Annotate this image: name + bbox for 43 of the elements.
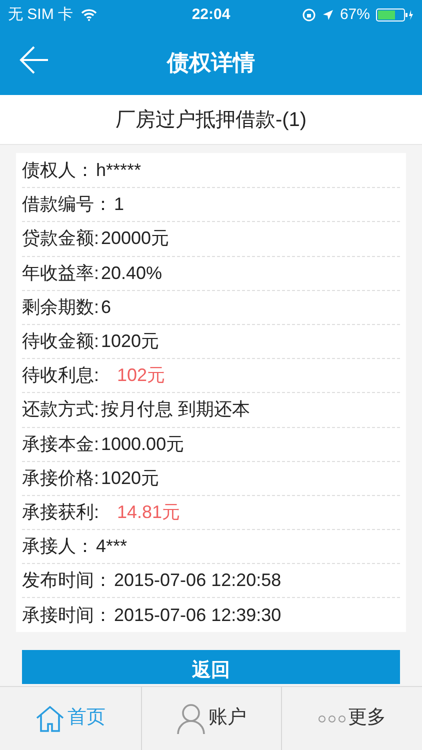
field-label: 贷款金额: [22,227,100,250]
field-label: 年收益率: [22,262,100,285]
field-value: 6 [101,296,112,319]
tab[interactable]: 更多 [281,687,422,750]
field-label: 承接时间： [22,604,112,627]
field-value: 1000.00元 [101,432,184,456]
field-value: 1020元 [101,466,160,490]
field-label: 承接价格: [22,466,100,490]
person-icon [176,702,206,734]
battery-text: 67% [340,4,370,25]
field-value: 1 [114,193,124,216]
field-label: 承接本金: [22,432,100,456]
field-value: 1020元 [101,330,160,354]
loan-title: 厂房过户抵押借款-(1) [115,108,307,132]
field-value: 20.40% [101,262,162,285]
field-label: 借款编号： [22,193,112,216]
field-value: 2015-07-06 12:20:58 [114,569,282,592]
field-label: 承接获利: [22,500,100,524]
dots-icon [318,714,346,724]
rotation-lock-icon [302,8,316,22]
battery-icon [376,8,414,22]
field-value: 按月付息 到期还本 [101,398,250,422]
field-value: h***** [96,158,142,182]
location-icon [322,9,334,21]
field-label: 还款方式: [22,398,100,422]
field-value: 20000元 [101,227,170,250]
field-label: 待收利息: [22,364,100,388]
field-label: 剩余期数: [22,296,100,319]
field-value: 4*** [96,535,128,558]
carrier-text: 无 SIM 卡 [8,4,74,25]
time-text: 22:04 [192,4,230,25]
field-label: 债权人： [22,158,94,182]
field-value: 102元 [117,364,166,388]
house-icon [35,704,66,732]
field-label: 承接人： [22,535,94,558]
field-value: 14.81元 [117,500,180,524]
field-label: 待收金额: [22,330,100,354]
wifi-icon [81,9,98,21]
tab[interactable]: 账户 [140,687,282,750]
field-label: 发布时间： [22,569,112,592]
field-value: 2015-07-06 12:39:30 [114,604,282,627]
page-title: 债权详情 [167,49,255,77]
back-arrow-icon[interactable] [18,44,50,76]
